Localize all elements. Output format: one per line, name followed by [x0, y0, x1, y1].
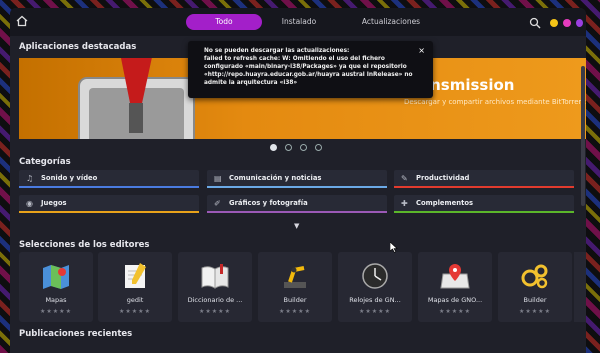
carousel-dot[interactable] [270, 144, 277, 151]
app-rating: ★★★★★ [439, 308, 471, 315]
category-productividad[interactable]: ✎ Productividad [394, 170, 574, 188]
categories-title: Categorías [19, 157, 71, 167]
app-rating: ★★★★★ [199, 308, 231, 315]
tab-todo[interactable]: Todo [186, 14, 262, 30]
builder-icon [284, 266, 306, 288]
editors-title: Selecciones de los editores [19, 240, 150, 250]
scrollbar[interactable] [581, 66, 585, 206]
category-label: Complementos [416, 199, 474, 207]
gears-icon [521, 264, 548, 289]
dictionary-icon [201, 264, 229, 289]
app-tile[interactable]: gedit ★★★★★ [98, 252, 172, 322]
featured-title: Aplicaciones destacadas [19, 42, 137, 52]
category-label: Juegos [41, 199, 67, 207]
carousel-dot[interactable] [285, 144, 292, 151]
category-label: Sonido y vídeo [41, 174, 98, 182]
home-icon[interactable] [16, 15, 30, 29]
error-notification: No se pueden descargar las actualizacion… [188, 41, 433, 98]
category-complementos[interactable]: ✚ Complementos [394, 195, 574, 213]
banner-subtitle: Descargar y compartir archivos mediante … [404, 98, 586, 106]
gamepad-icon: ◉ [26, 199, 33, 208]
app-name: Relojes de GN... [349, 296, 401, 304]
app-rating: ★★★★★ [119, 308, 151, 315]
mouse-pointer-icon [390, 242, 398, 253]
category-graficos[interactable]: ✐ Gráficos y fotografía [207, 195, 387, 213]
minimize-button[interactable] [550, 19, 558, 27]
category-comunicacion[interactable]: ▤ Comunicación y noticias [207, 170, 387, 188]
recent-title: Publicaciones recientes [19, 329, 133, 339]
music-note-icon: ♫ [26, 174, 34, 183]
expand-categories-icon[interactable]: ▼ [294, 222, 299, 230]
app-tile[interactable]: Mapas ★★★★★ [19, 252, 93, 322]
category-label: Productividad [416, 174, 470, 182]
app-name: Builder [523, 296, 547, 304]
app-name: Builder [283, 296, 307, 304]
tab-actualizaciones[interactable]: Actualizaciones [336, 14, 446, 30]
next-app-tile-partial [574, 252, 586, 322]
text-editor-icon [125, 263, 146, 288]
app-rating: ★★★★★ [40, 308, 72, 315]
transmission-icon [78, 58, 195, 139]
app-name: Mapas [45, 296, 67, 304]
app-tile[interactable]: Builder ★★★★★ [258, 252, 332, 322]
category-sonido-video[interactable]: ♫ Sonido y vídeo [19, 170, 199, 188]
puzzle-icon: ✚ [401, 199, 408, 208]
app-tile[interactable]: Diccionario de ... ★★★★★ [178, 252, 252, 322]
app-name: Diccionario de ... [187, 296, 243, 304]
carousel-dot[interactable] [315, 144, 322, 151]
category-juegos[interactable]: ◉ Juegos [19, 195, 199, 213]
software-center-window: Todo Instalado Actualizaciones Aplicacio… [10, 8, 586, 353]
carousel-indicators [270, 136, 330, 155]
app-rating: ★★★★★ [279, 308, 311, 315]
map-pin-icon [440, 264, 470, 289]
close-icon[interactable]: × [418, 46, 425, 55]
edit-icon: ✎ [401, 174, 408, 183]
notification-message: No se pueden descargar las actualizacion… [204, 48, 413, 86]
close-button[interactable] [576, 19, 583, 27]
category-label: Comunicación y noticias [229, 174, 322, 182]
maximize-button[interactable] [563, 19, 571, 27]
chat-icon: ▤ [214, 174, 222, 183]
app-rating: ★★★★★ [359, 308, 391, 315]
app-tile[interactable]: Mapas de GNO... ★★★★★ [418, 252, 492, 322]
header-bar: Todo Instalado Actualizaciones [10, 8, 586, 36]
brush-icon: ✐ [214, 199, 221, 208]
search-icon[interactable] [529, 14, 543, 29]
app-tile[interactable]: Relojes de GN... ★★★★★ [338, 252, 412, 322]
app-tile[interactable]: Builder ★★★★★ [498, 252, 572, 322]
app-name: Mapas de GNO... [427, 296, 483, 304]
carousel-dot[interactable] [300, 144, 307, 151]
tab-instalado[interactable]: Instalado [264, 14, 334, 30]
map-icon [43, 265, 69, 289]
app-name: gedit [126, 296, 144, 304]
category-label: Gráficos y fotografía [229, 199, 308, 207]
app-rating: ★★★★★ [519, 308, 551, 315]
clock-icon [362, 263, 388, 289]
